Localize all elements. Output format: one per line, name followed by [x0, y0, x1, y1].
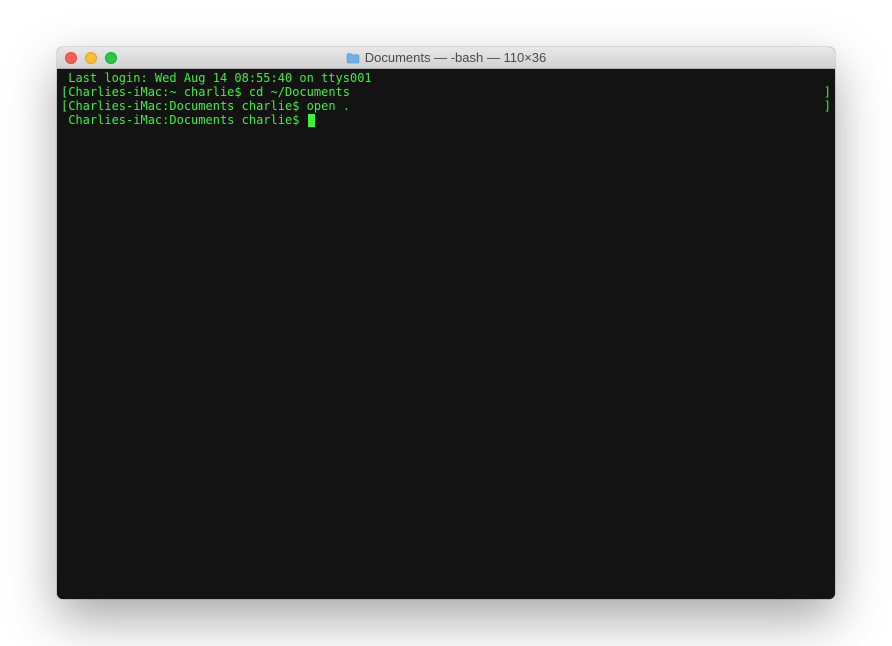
folder-icon: [346, 52, 360, 64]
terminal-line: Last login: Wed Aug 14 08:55:40 on ttys0…: [61, 71, 831, 85]
line-end-bracket: ]: [824, 85, 831, 99]
terminal-text: [Charlies-iMac:~ charlie$ cd ~/Documents: [61, 85, 350, 99]
minimize-button[interactable]: [85, 52, 97, 64]
terminal-line: [Charlies-iMac:Documents charlie$ open .…: [61, 99, 831, 113]
line-end-bracket: ]: [824, 99, 831, 113]
window-controls: [57, 52, 117, 64]
terminal-prompt: Charlies-iMac:Documents charlie$: [61, 113, 315, 127]
terminal-window: Documents — -bash — 110×36 Last login: W…: [57, 47, 835, 599]
window-title: Documents — -bash — 110×36: [365, 50, 547, 65]
terminal-text: Last login: Wed Aug 14 08:55:40 on ttys0…: [61, 71, 372, 85]
terminal-text: [Charlies-iMac:Documents charlie$ open .: [61, 99, 350, 113]
terminal-line: [Charlies-iMac:~ charlie$ cd ~/Documents…: [61, 85, 831, 99]
window-title-group: Documents — -bash — 110×36: [346, 50, 547, 65]
terminal-body[interactable]: Last login: Wed Aug 14 08:55:40 on ttys0…: [57, 69, 835, 599]
maximize-button[interactable]: [105, 52, 117, 64]
window-titlebar[interactable]: Documents — -bash — 110×36: [57, 47, 835, 69]
close-button[interactable]: [65, 52, 77, 64]
cursor: [308, 114, 315, 127]
terminal-prompt-line: Charlies-iMac:Documents charlie$: [61, 113, 831, 127]
